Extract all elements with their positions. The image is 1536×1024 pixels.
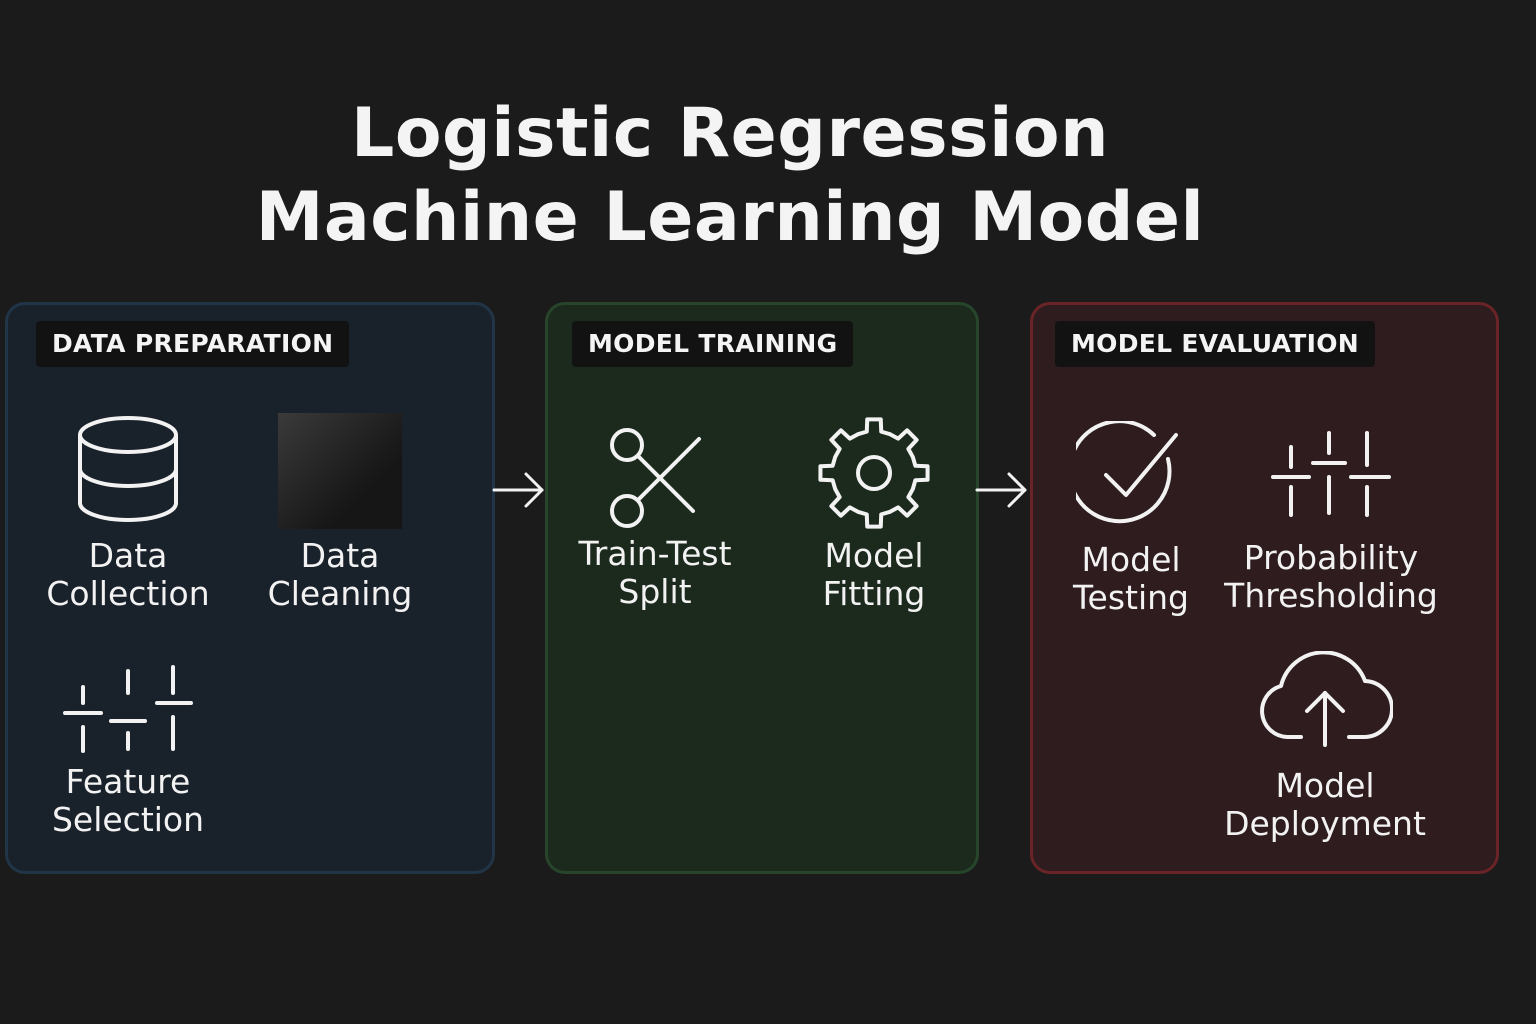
diagram-title: Logistic Regression Machine Learning Mod… — [0, 92, 1460, 260]
step-model-deployment: Model Deployment — [1215, 651, 1435, 843]
step-label: Model Fitting — [822, 536, 926, 613]
database-icon — [78, 416, 178, 522]
panel-model-evaluation: MODEL EVALUATION Model Testing Probabili… — [1030, 302, 1499, 874]
scissors-icon — [610, 428, 701, 528]
title-line-1: Logistic Regression — [351, 94, 1109, 173]
dark-square-icon — [278, 413, 402, 529]
step-label: Model Deployment — [1224, 766, 1426, 843]
step-model-testing: Model Testing — [1021, 421, 1241, 617]
step-label: Feature Selection — [51, 762, 205, 839]
step-model-fitting: Model Fitting — [764, 415, 984, 613]
step-data-cleaning: Data Cleaning — [230, 413, 450, 613]
step-data-collection: Data Collection — [18, 413, 238, 613]
title-line-2: Machine Learning Model — [255, 178, 1205, 257]
diagram-canvas: Logistic Regression Machine Learning Mod… — [0, 0, 1536, 1024]
panel-label-model-training: MODEL TRAINING — [572, 321, 854, 367]
step-label: Probability Thresholding — [1224, 538, 1438, 615]
step-probability-thresholding: Probability Thresholding — [1221, 429, 1441, 615]
check-circle-icon — [1076, 421, 1178, 524]
step-label: Data Cleaning — [267, 536, 413, 613]
step-feature-selection: Feature Selection — [18, 663, 238, 839]
arrow-right-icon — [492, 472, 544, 508]
panel-data-preparation: DATA PREPARATION Data Collection Data Cl… — [5, 302, 495, 874]
step-label: Train-Test Split — [578, 534, 732, 611]
sliders-icon — [1271, 431, 1391, 517]
step-label: Data Collection — [46, 536, 210, 613]
gear-icon — [818, 417, 930, 529]
panel-label-model-evaluation: MODEL EVALUATION — [1055, 321, 1375, 367]
sliders-icon — [63, 665, 193, 753]
panel-label-data-preparation: DATA PREPARATION — [36, 321, 350, 367]
cloud-upload-icon — [1260, 651, 1393, 747]
step-train-test-split: Train-Test Split — [545, 425, 765, 611]
step-label: Model Testing — [1072, 540, 1189, 617]
panel-model-training: MODEL TRAINING Train-Test Split Model Fi… — [545, 302, 979, 874]
